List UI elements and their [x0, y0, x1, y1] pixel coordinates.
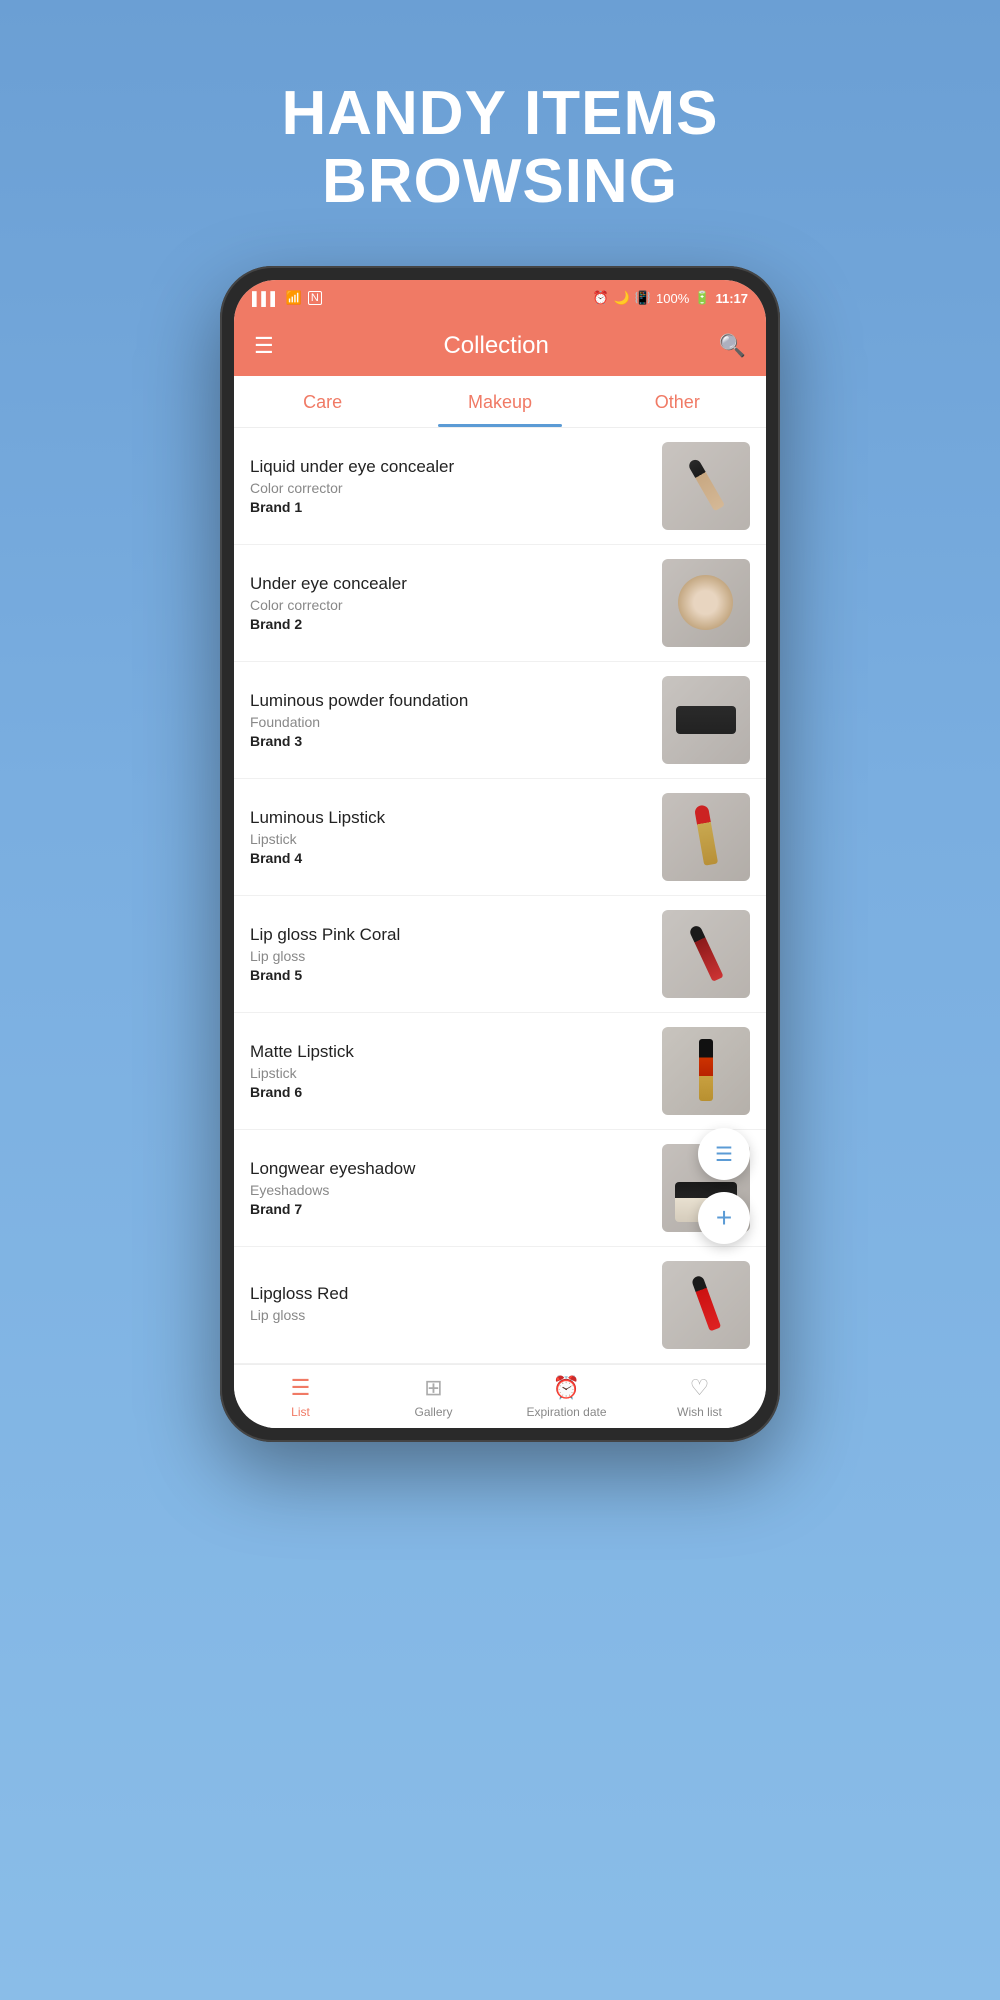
product-list: ☰ + Liquid under eye concealer Color cor…: [234, 428, 766, 1364]
product-image: [662, 676, 750, 764]
status-left: ▌▌▌ 📶 N: [252, 290, 322, 306]
product-name: Under eye concealer: [250, 574, 662, 594]
product-info: Lip gloss Pink Coral Lip gloss Brand 5: [250, 925, 662, 983]
gallery-nav-label: Gallery: [414, 1405, 452, 1419]
product-brand: Brand 7: [250, 1201, 662, 1217]
product-image: [662, 910, 750, 998]
search-icon[interactable]: 🔍: [719, 333, 746, 359]
list-item[interactable]: Luminous powder foundation Foundation Br…: [234, 662, 766, 779]
vibrate-icon: 📳: [635, 290, 651, 306]
wishlist-nav-label: Wish list: [677, 1405, 722, 1419]
list-item[interactable]: Luminous Lipstick Lipstick Brand 4: [234, 779, 766, 896]
tab-makeup[interactable]: Makeup: [411, 392, 588, 427]
add-fab[interactable]: +: [698, 1192, 750, 1244]
hero-title: HANDY ITEMS BROWSING: [281, 80, 718, 216]
wifi-icon: 📶: [286, 290, 302, 306]
product-category: Lipstick: [250, 831, 662, 847]
alarm-icon: ⏰: [592, 290, 608, 306]
tab-care[interactable]: Care: [234, 392, 411, 427]
app-bar-title: Collection: [443, 332, 548, 360]
menu-icon[interactable]: ☰: [254, 333, 274, 359]
product-brand: Brand 2: [250, 616, 662, 632]
product-category: Color corrector: [250, 597, 662, 613]
product-name: Longwear eyeshadow: [250, 1159, 662, 1179]
nav-list[interactable]: ☰ List: [234, 1365, 367, 1428]
tab-other[interactable]: Other: [589, 392, 766, 427]
bottom-nav: ☰ List ⊞ Gallery ⏰ Expiration date ♡ Wis…: [234, 1364, 766, 1428]
tabs-container: Care Makeup Other: [234, 376, 766, 428]
signal-icon: ▌▌▌: [252, 291, 280, 306]
product-image: [662, 1027, 750, 1115]
product-brand: Brand 3: [250, 733, 662, 749]
product-image: [662, 793, 750, 881]
product-image: [662, 1261, 750, 1349]
product-brand: Brand 6: [250, 1084, 662, 1100]
nfc-icon: N: [308, 291, 322, 305]
product-info: Longwear eyeshadow Eyeshadows Brand 7: [250, 1159, 662, 1217]
product-name: Luminous powder foundation: [250, 691, 662, 711]
gallery-nav-icon: ⊞: [424, 1375, 442, 1401]
product-image: [662, 559, 750, 647]
battery-pct: 100%: [656, 291, 689, 306]
nav-wishlist[interactable]: ♡ Wish list: [633, 1365, 766, 1428]
wishlist-nav-icon: ♡: [690, 1375, 710, 1401]
product-info: Luminous powder foundation Foundation Br…: [250, 691, 662, 749]
product-category: Eyeshadows: [250, 1182, 662, 1198]
list-item[interactable]: Liquid under eye concealer Color correct…: [234, 428, 766, 545]
list-item[interactable]: Longwear eyeshadow Eyeshadows Brand 7: [234, 1130, 766, 1247]
phone-shell: ▌▌▌ 📶 N ⏰ 🌙 📳 100% 🔋 11:17 ☰ Collection …: [220, 266, 780, 1442]
product-category: Lipstick: [250, 1065, 662, 1081]
phone-screen: ▌▌▌ 📶 N ⏰ 🌙 📳 100% 🔋 11:17 ☰ Collection …: [234, 280, 766, 1428]
product-category: Foundation: [250, 714, 662, 730]
list-item[interactable]: Lip gloss Pink Coral Lip gloss Brand 5: [234, 896, 766, 1013]
list-nav-label: List: [291, 1405, 310, 1419]
product-info: Lipgloss Red Lip gloss: [250, 1284, 662, 1326]
product-image: [662, 442, 750, 530]
filter-icon: ☰: [715, 1142, 733, 1167]
app-bar: ☰ Collection 🔍: [234, 316, 766, 376]
battery-icon: 🔋: [694, 290, 710, 306]
nav-expiration[interactable]: ⏰ Expiration date: [500, 1365, 633, 1428]
product-brand: Brand 4: [250, 850, 662, 866]
product-category: Lip gloss: [250, 948, 662, 964]
moon-icon: 🌙: [614, 290, 630, 306]
add-icon: +: [716, 1202, 732, 1234]
product-info: Matte Lipstick Lipstick Brand 6: [250, 1042, 662, 1100]
list-item[interactable]: Under eye concealer Color corrector Bran…: [234, 545, 766, 662]
product-category: Color corrector: [250, 480, 662, 496]
product-brand: Brand 5: [250, 967, 662, 983]
product-name: Liquid under eye concealer: [250, 457, 662, 477]
product-name: Lipgloss Red: [250, 1284, 662, 1304]
product-category: Lip gloss: [250, 1307, 662, 1323]
list-item[interactable]: Lipgloss Red Lip gloss: [234, 1247, 766, 1364]
nav-gallery[interactable]: ⊞ Gallery: [367, 1365, 500, 1428]
product-name: Lip gloss Pink Coral: [250, 925, 662, 945]
product-brand: Brand 1: [250, 499, 662, 515]
list-item[interactable]: Matte Lipstick Lipstick Brand 6: [234, 1013, 766, 1130]
expiration-nav-icon: ⏰: [553, 1375, 580, 1401]
expiration-nav-label: Expiration date: [526, 1405, 606, 1419]
fab-container: ☰ +: [698, 1128, 750, 1244]
list-nav-icon: ☰: [291, 1375, 311, 1401]
product-name: Luminous Lipstick: [250, 808, 662, 828]
filter-fab[interactable]: ☰: [698, 1128, 750, 1180]
clock: 11:17: [715, 291, 748, 306]
product-name: Matte Lipstick: [250, 1042, 662, 1062]
product-info: Liquid under eye concealer Color correct…: [250, 457, 662, 515]
status-right: ⏰ 🌙 📳 100% 🔋 11:17: [592, 290, 748, 306]
product-info: Luminous Lipstick Lipstick Brand 4: [250, 808, 662, 866]
status-bar: ▌▌▌ 📶 N ⏰ 🌙 📳 100% 🔋 11:17: [234, 280, 766, 316]
product-info: Under eye concealer Color corrector Bran…: [250, 574, 662, 632]
